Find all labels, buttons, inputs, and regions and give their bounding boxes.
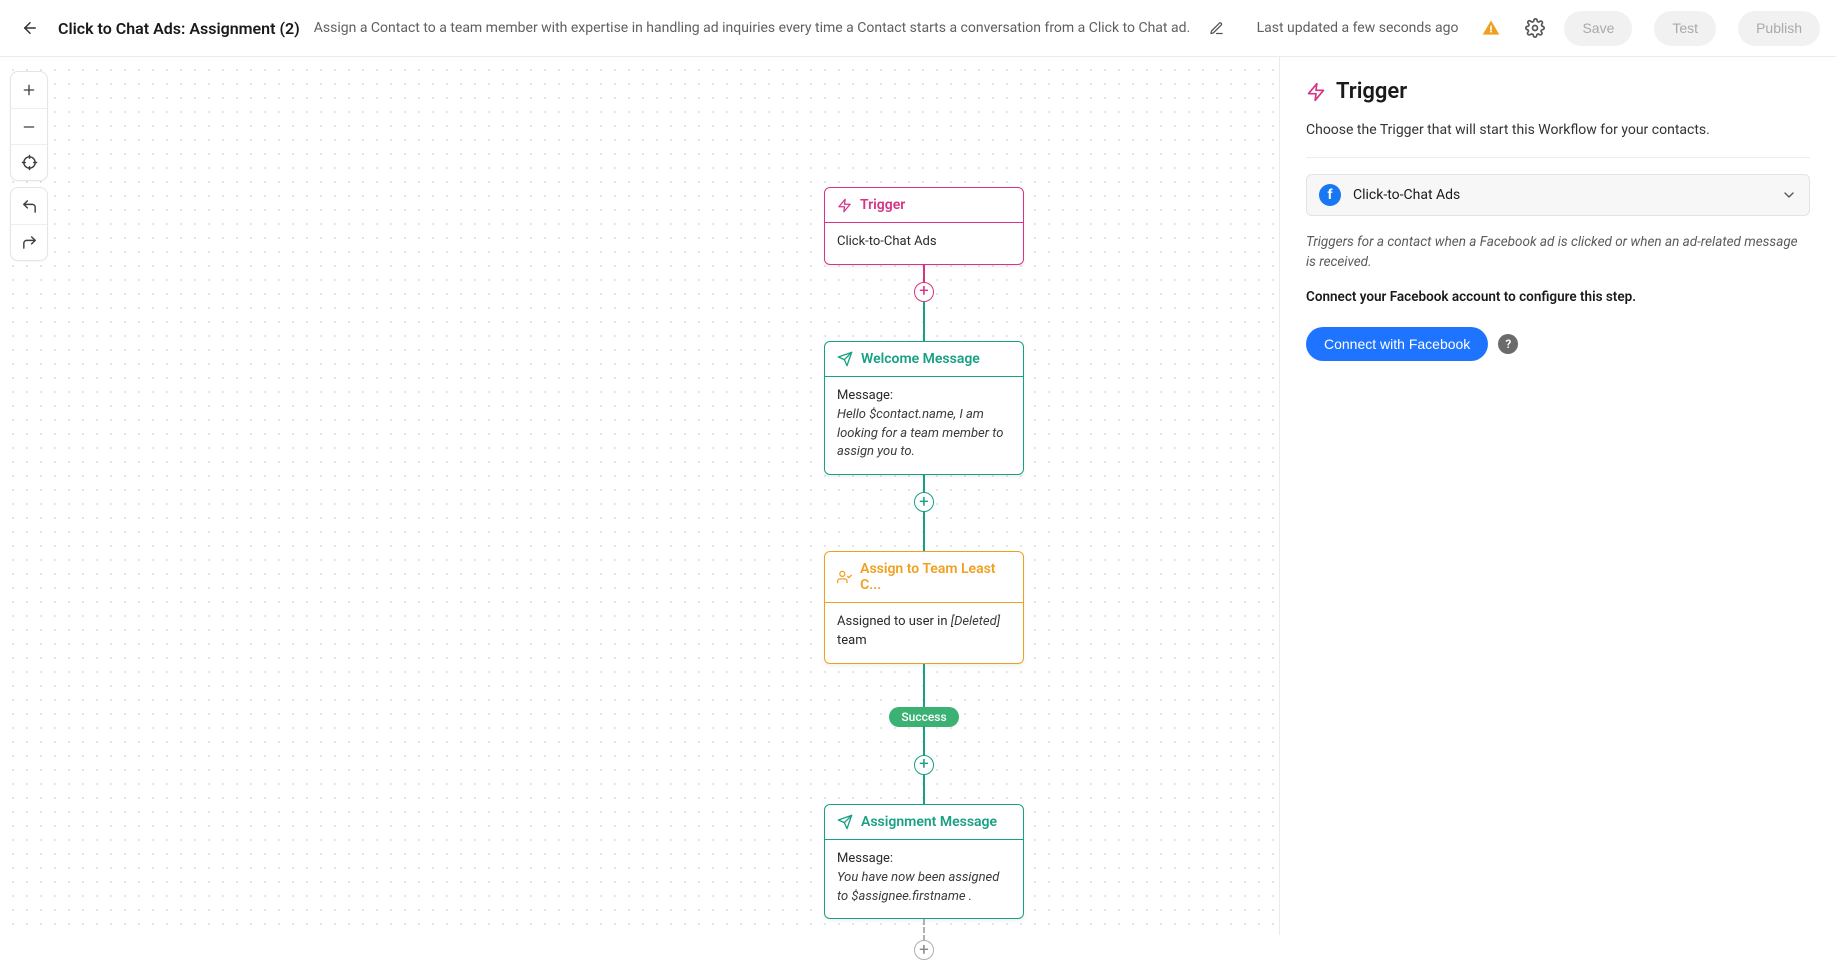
zoom-out-button[interactable] — [11, 108, 47, 144]
node-trigger-body: Click-to-Chat Ads — [837, 234, 937, 249]
node-welcome-body-label: Message: — [837, 387, 1011, 406]
arrow-left-icon — [21, 19, 39, 37]
trigger-select[interactable]: f Click-to-Chat Ads — [1306, 174, 1810, 216]
node-assignment-body-label: Message: — [837, 850, 1011, 869]
zoom-in-button[interactable] — [11, 72, 47, 108]
user-check-icon — [837, 569, 852, 585]
pencil-icon — [1209, 21, 1224, 36]
crosshair-icon — [21, 154, 38, 171]
workflow-title: Click to Chat Ads: Assignment (2) — [58, 19, 300, 38]
facebook-icon: f — [1319, 184, 1341, 206]
fit-view-button[interactable] — [11, 144, 47, 180]
redo-icon — [21, 234, 38, 251]
node-assign-deleted: [Deleted] — [951, 614, 1000, 629]
flow-column: Trigger Click-to-Chat Ads + Welcome Mess… — [824, 187, 1024, 959]
node-trigger[interactable]: Trigger Click-to-Chat Ads — [824, 187, 1024, 265]
main-area: Trigger Click-to-Chat Ads + Welcome Mess… — [0, 57, 1836, 935]
workflow-subtitle: Assign a Contact to a team member with e… — [314, 20, 1190, 36]
node-welcome-title: Welcome Message — [861, 351, 980, 367]
chevron-down-icon — [1781, 187, 1797, 203]
node-assignment-title: Assignment Message — [861, 814, 997, 830]
node-assignment-body-text: You have now been assigned to $assignee.… — [837, 869, 1011, 907]
back-button[interactable] — [16, 14, 44, 42]
plus-icon — [21, 82, 37, 98]
details-panel: Trigger Choose the Trigger that will sta… — [1280, 57, 1836, 935]
publish-button[interactable]: Publish — [1738, 11, 1820, 46]
settings-button[interactable] — [1520, 13, 1550, 43]
connect-facebook-button[interactable]: Connect with Facebook — [1306, 327, 1488, 361]
node-assign-team[interactable]: Assign to Team Least C... Assigned to us… — [824, 551, 1024, 664]
save-button[interactable]: Save — [1564, 11, 1632, 46]
trigger-hint-text: Triggers for a contact when a Facebook a… — [1306, 232, 1810, 273]
node-welcome-message[interactable]: Welcome Message Message: Hello $contact.… — [824, 341, 1024, 475]
node-assign-prefix: Assigned to user in — [837, 614, 951, 629]
trigger-connect-hint: Connect your Facebook account to configu… — [1306, 289, 1810, 305]
last-updated-text: Last updated a few seconds ago — [1257, 20, 1459, 36]
node-welcome-body-text: Hello $contact.name, I am looking for a … — [837, 406, 1011, 463]
send-icon — [837, 351, 853, 367]
redo-button[interactable] — [11, 224, 47, 260]
test-button[interactable]: Test — [1654, 11, 1716, 46]
edit-title-button[interactable] — [1204, 16, 1228, 40]
minus-icon — [21, 119, 37, 135]
node-trigger-title: Trigger — [860, 197, 905, 213]
panel-description: Choose the Trigger that will start this … — [1306, 120, 1810, 141]
warning-triangle-icon — [1481, 18, 1501, 38]
add-step-end[interactable]: + — [914, 940, 934, 960]
undo-icon — [21, 198, 38, 215]
node-assign-suffix: team — [837, 633, 867, 648]
canvas-toolbar — [10, 71, 48, 261]
workflow-canvas[interactable]: Trigger Click-to-Chat Ads + Welcome Mess… — [0, 57, 1280, 935]
gear-icon — [1525, 18, 1545, 38]
send-icon — [837, 814, 853, 830]
panel-title-text: Trigger — [1336, 79, 1407, 104]
bolt-icon — [837, 198, 852, 213]
panel-title-row: Trigger — [1306, 79, 1810, 104]
node-assign-title: Assign to Team Least C... — [860, 561, 1011, 593]
top-header: Click to Chat Ads: Assignment (2) Assign… — [0, 0, 1836, 57]
undo-button[interactable] — [11, 188, 47, 224]
trigger-select-value: Click-to-Chat Ads — [1353, 187, 1769, 203]
help-button[interactable]: ? — [1498, 334, 1518, 354]
add-step-after-assign[interactable]: + — [914, 755, 934, 775]
bolt-icon — [1306, 82, 1326, 102]
node-assignment-message[interactable]: Assignment Message Message: You have now… — [824, 804, 1024, 920]
add-step-after-trigger[interactable]: + — [914, 282, 934, 302]
status-success-pill: Success — [889, 707, 958, 727]
warning-button[interactable] — [1476, 13, 1506, 43]
add-step-after-welcome[interactable]: + — [914, 492, 934, 512]
